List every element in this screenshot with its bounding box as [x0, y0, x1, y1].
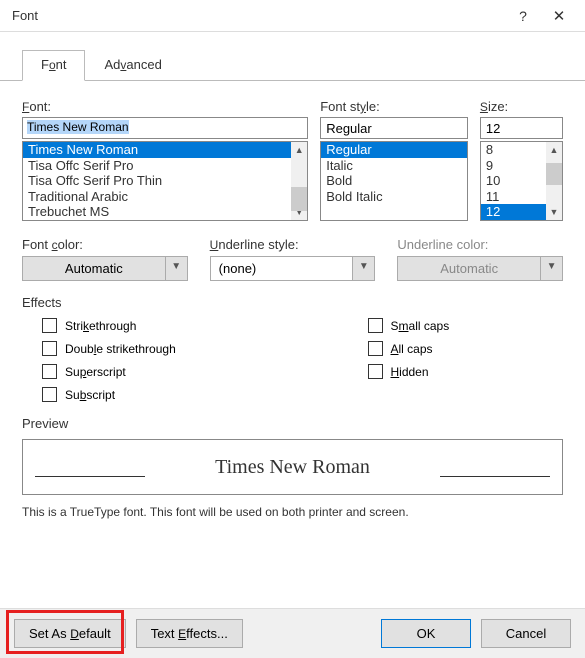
- preview-box: Times New Roman: [22, 439, 563, 495]
- chevron-down-icon[interactable]: ▼: [166, 256, 188, 281]
- list-item[interactable]: 9: [481, 158, 546, 174]
- underlinecolor-label: Underline color:: [397, 237, 563, 252]
- tab-font[interactable]: Font: [22, 50, 85, 81]
- font-panel: Font: Times New Roman Times New Roman Ti…: [0, 80, 585, 527]
- subscript-checkbox[interactable]: Subscript: [42, 387, 238, 402]
- scroll-up-icon[interactable]: ▲: [546, 142, 562, 158]
- list-item[interactable]: Tisa Offc Serif Pro: [23, 158, 291, 174]
- fontstyle-listbox[interactable]: Regular Italic Bold Bold Italic: [320, 141, 468, 221]
- chevron-down-icon[interactable]: ▼: [353, 256, 375, 281]
- scrollbar[interactable]: ▲ ▼: [546, 142, 562, 220]
- list-item[interactable]: 12: [481, 204, 546, 220]
- smallcaps-checkbox[interactable]: Small caps: [368, 318, 564, 333]
- strikethrough-checkbox[interactable]: Strikethrough: [42, 318, 238, 333]
- doublestrike-checkbox[interactable]: Double strikethrough: [42, 341, 238, 356]
- cancel-button[interactable]: Cancel: [481, 619, 571, 648]
- list-item[interactable]: 10: [481, 173, 546, 189]
- tab-advanced[interactable]: Advanced: [85, 50, 180, 81]
- list-item[interactable]: 11: [481, 189, 546, 205]
- set-default-button[interactable]: Set As Default: [14, 619, 126, 648]
- underlinecolor-dropdown: Automatic ▼: [397, 256, 563, 281]
- allcaps-checkbox[interactable]: All caps: [368, 341, 564, 356]
- effects-label: Effects: [22, 295, 563, 310]
- list-item[interactable]: Bold: [321, 173, 467, 189]
- dialog-title: Font: [8, 8, 505, 23]
- scroll-down-icon[interactable]: ▼: [546, 204, 562, 220]
- list-item[interactable]: Tisa Offc Serif Pro Thin: [23, 173, 291, 189]
- list-item[interactable]: Trebuchet MS: [23, 204, 291, 220]
- underlinestyle-dropdown[interactable]: (none) ▼: [210, 256, 376, 281]
- fontcolor-label: Font color:: [22, 237, 188, 252]
- fontstyle-input[interactable]: [320, 117, 468, 139]
- size-listbox[interactable]: 8 9 10 11 12 ▲ ▼: [480, 141, 563, 221]
- preview-line: [440, 476, 550, 477]
- scrollbar[interactable]: ▲ ▼: [291, 142, 307, 220]
- underlinestyle-label: Underline style:: [210, 237, 376, 252]
- list-item[interactable]: Times New Roman: [23, 142, 291, 158]
- help-button[interactable]: ?: [505, 8, 541, 24]
- dialog-footer: Set As Default Text Effects... OK Cancel: [0, 608, 585, 658]
- font-label: Font:: [22, 99, 308, 114]
- list-item[interactable]: Italic: [321, 158, 467, 174]
- scroll-up-icon[interactable]: ▲: [291, 142, 307, 158]
- font-listbox[interactable]: Times New Roman Tisa Offc Serif Pro Tisa…: [22, 141, 308, 221]
- size-label: Size:: [480, 99, 563, 114]
- list-item[interactable]: 8: [481, 142, 546, 158]
- chevron-down-icon: ▼: [541, 256, 563, 281]
- preview-line: [35, 476, 145, 477]
- list-item[interactable]: Traditional Arabic: [23, 189, 291, 205]
- size-input[interactable]: [480, 117, 563, 139]
- list-item[interactable]: Bold Italic: [321, 189, 467, 205]
- close-button[interactable]: ✕: [541, 7, 577, 25]
- text-effects-button[interactable]: Text Effects...: [136, 619, 243, 648]
- fontstyle-label: Font style:: [320, 99, 468, 114]
- preview-text: Times New Roman: [215, 456, 370, 479]
- font-description: This is a TrueType font. This font will …: [22, 505, 563, 519]
- tab-strip: Font Advanced: [0, 32, 585, 81]
- titlebar: Font ? ✕: [0, 0, 585, 32]
- font-input[interactable]: Times New Roman: [27, 120, 129, 134]
- list-item[interactable]: Regular: [321, 142, 467, 158]
- fontcolor-dropdown[interactable]: Automatic ▼: [22, 256, 188, 281]
- superscript-checkbox[interactable]: Superscript: [42, 364, 238, 379]
- ok-button[interactable]: OK: [381, 619, 471, 648]
- preview-label: Preview: [22, 416, 563, 431]
- hidden-checkbox[interactable]: Hidden: [368, 364, 564, 379]
